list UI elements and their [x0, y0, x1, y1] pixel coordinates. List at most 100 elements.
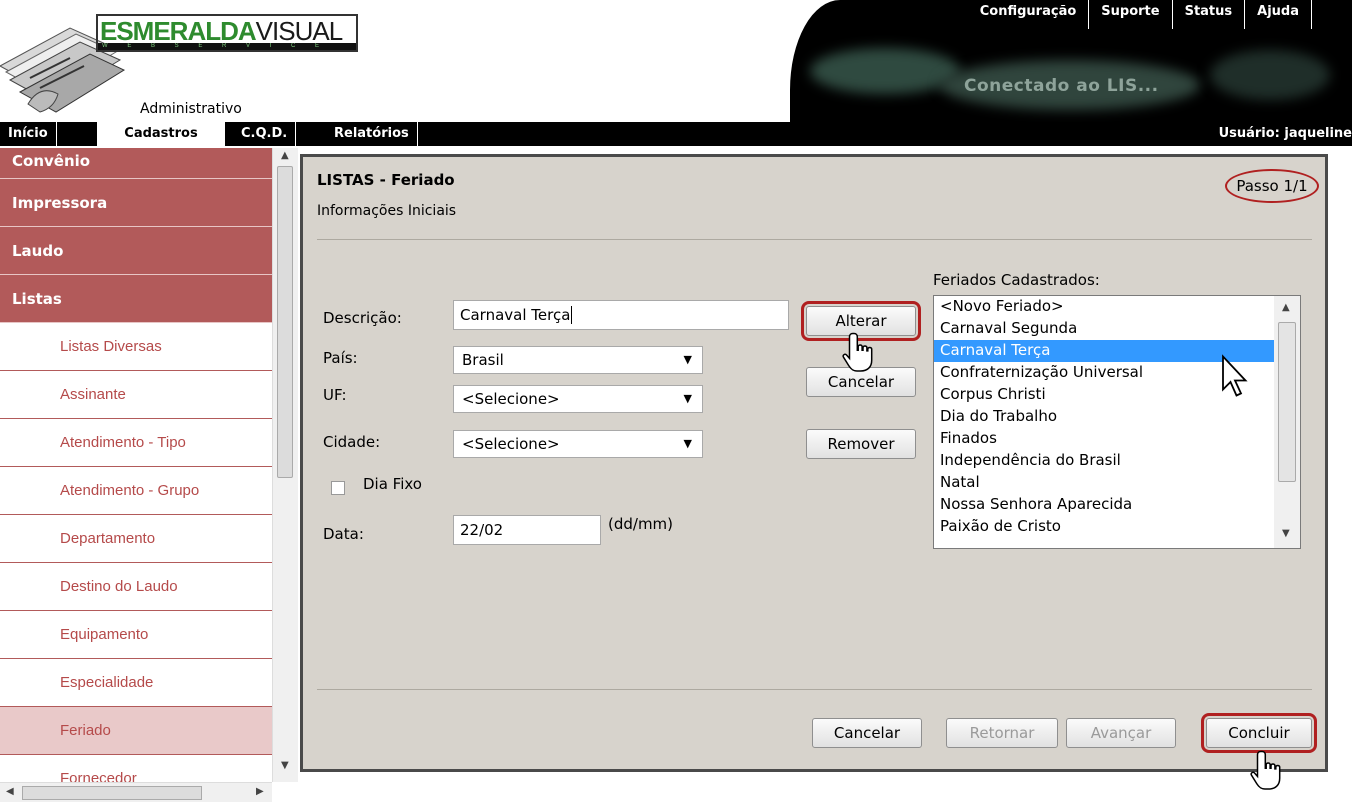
chevron-down-icon: ▼	[683, 437, 692, 450]
divider	[317, 689, 1312, 690]
chevron-down-icon: ▼	[683, 392, 692, 405]
pais-value: Brasil	[462, 351, 504, 369]
main-nav: Início Cadastros C.Q.D. Relatórios Usuár…	[0, 122, 1352, 146]
descricao-label: Descrição:	[323, 309, 402, 327]
list-item[interactable]: Dia do Trabalho	[934, 406, 1274, 428]
pais-select[interactable]: Brasil ▼	[453, 346, 703, 374]
sidebar-cat-label: Convênio	[12, 152, 91, 170]
scrollbar-thumb[interactable]	[277, 166, 293, 478]
divider	[317, 239, 1312, 240]
scroll-up-icon[interactable]: ▲	[1282, 302, 1290, 313]
sidebar-item-fornecedor[interactable]: Fornecedor	[0, 755, 272, 782]
sidebar-item-especialidade[interactable]: Especialidade	[0, 659, 272, 707]
arrow-pointer-icon	[1222, 354, 1248, 397]
header: ESMERALDAVISUAL W E B S E R V I C E Admi…	[0, 0, 1352, 122]
brand-tagline: W E B S E R V I C E	[98, 43, 356, 50]
scroll-down-icon[interactable]: ▼	[1282, 528, 1290, 539]
scroll-up-icon[interactable]: ▲	[281, 150, 289, 161]
remover-button[interactable]: Remover	[806, 429, 916, 459]
feriados-listbox[interactable]: <Novo Feriado> Carnaval Segunda Carnaval…	[933, 295, 1301, 549]
concluir-button[interactable]: Concluir	[1201, 713, 1317, 753]
pais-label: País:	[323, 349, 358, 367]
top-links: Configuração Suporte Status Ajuda	[968, 0, 1312, 29]
sidebar-item-equipamento[interactable]: Equipamento	[0, 611, 272, 659]
chevron-down-icon: ▼	[683, 353, 692, 366]
sidebar-horizontal-scrollbar[interactable]: ◀ ▶	[0, 782, 272, 802]
list-item[interactable]: Carnaval Segunda	[934, 318, 1274, 340]
retornar-button[interactable]: Retornar	[946, 718, 1058, 748]
cidade-value: <Selecione>	[462, 435, 560, 453]
scroll-down-icon[interactable]: ▼	[281, 760, 289, 771]
uf-value: <Selecione>	[462, 390, 560, 408]
list-item[interactable]: Finados	[934, 428, 1274, 450]
scroll-left-icon[interactable]: ◀	[6, 786, 14, 797]
sidebar-item-atendimento-tipo[interactable]: Atendimento - Tipo	[0, 419, 272, 467]
area-label: Administrativo	[140, 101, 242, 117]
data-field[interactable]: 22/02	[453, 515, 601, 545]
data-label: Data:	[323, 525, 364, 543]
step-indicator: Passo 1/1	[1225, 169, 1319, 203]
sidebar-item-departamento[interactable]: Departamento	[0, 515, 272, 563]
uf-select[interactable]: <Selecione> ▼	[453, 385, 703, 413]
scrollbar-thumb[interactable]	[22, 786, 202, 800]
cidade-label: Cidade:	[323, 433, 381, 451]
sidebar-cat-impressora[interactable]: Impressora	[0, 179, 272, 227]
tab-inicio[interactable]: Início	[0, 122, 57, 146]
tab-cqd[interactable]: C.Q.D.	[233, 122, 297, 146]
avancar-button[interactable]: Avançar	[1066, 718, 1176, 748]
data-value: 22/02	[460, 521, 504, 539]
user-label: Usuário: jaqueline	[1218, 126, 1352, 141]
sidebar-item-destino-do-laudo[interactable]: Destino do Laudo	[0, 563, 272, 611]
cidade-select[interactable]: <Selecione> ▼	[453, 430, 703, 458]
sidebar-item-assinante[interactable]: Assinante	[0, 371, 272, 419]
app-window: ESMERALDAVISUAL W E B S E R V I C E Admi…	[0, 0, 1352, 805]
brand-name-light: VISUAL	[255, 16, 343, 46]
list-item[interactable]: Paixão de Cristo	[934, 516, 1274, 538]
sidebar-item-feriado[interactable]: Feriado	[0, 707, 272, 755]
link-status[interactable]: Status	[1173, 0, 1246, 29]
sidebar: Convênio Impressora Laudo Listas Listas …	[0, 148, 272, 782]
sidebar-cat-label: Laudo	[12, 242, 64, 260]
sidebar-cat-label: Impressora	[12, 194, 108, 212]
list-item[interactable]: <Novo Feriado>	[934, 296, 1274, 318]
hand-pointer-icon	[842, 332, 873, 372]
sidebar-item-listas-diversas[interactable]: Listas Diversas	[0, 323, 272, 371]
connection-status: Conectado ao LIS...	[964, 76, 1159, 96]
brand-name-bold: ESMERALDA	[100, 16, 257, 46]
link-suporte[interactable]: Suporte	[1089, 0, 1173, 29]
list-item[interactable]: Independência do Brasil	[934, 450, 1274, 472]
scroll-right-icon[interactable]: ▶	[256, 786, 264, 797]
sidebar-cat-listas[interactable]: Listas	[0, 275, 272, 323]
text-caret	[571, 306, 573, 324]
sidebar-vertical-scrollbar[interactable]: ▲ ▼	[272, 148, 298, 782]
list-item[interactable]: Natal	[934, 472, 1274, 494]
feriados-list-label: Feriados Cadastrados:	[933, 271, 1100, 289]
data-format-hint: (dd/mm)	[608, 515, 674, 533]
header-banner: Configuração Suporte Status Ajuda Conect…	[790, 0, 1352, 122]
dia-fixo-label: Dia Fixo	[363, 475, 422, 493]
scrollbar-thumb[interactable]	[1278, 322, 1296, 482]
tab-cadastros[interactable]: Cadastros	[97, 122, 225, 146]
descricao-value: Carnaval Terça	[460, 306, 571, 324]
sidebar-cat-label: Listas	[12, 290, 62, 308]
hand-pointer-icon	[1250, 750, 1281, 790]
sidebar-cat-convenio[interactable]: Convênio	[0, 148, 272, 179]
wizard-panel: LISTAS - Feriado Informações Iniciais Pa…	[300, 154, 1328, 772]
page-title: LISTAS - Feriado	[317, 171, 455, 189]
uf-label: UF:	[323, 386, 347, 404]
link-configuracao[interactable]: Configuração	[968, 0, 1090, 29]
sidebar-cat-laudo[interactable]: Laudo	[0, 227, 272, 275]
cancelar-button[interactable]: Cancelar	[812, 718, 922, 748]
list-scrollbar[interactable]: ▲ ▼	[1274, 296, 1300, 548]
sidebar-item-atendimento-grupo[interactable]: Atendimento - Grupo	[0, 467, 272, 515]
tab-relatorios[interactable]: Relatórios	[326, 122, 418, 146]
brand-logo: ESMERALDAVISUAL W E B S E R V I C E	[96, 14, 358, 52]
banner-glow	[1210, 50, 1330, 100]
dia-fixo-checkbox[interactable]	[331, 481, 345, 495]
banner-glow	[810, 48, 960, 94]
list-item[interactable]: Nossa Senhora Aparecida	[934, 494, 1274, 516]
descricao-field[interactable]: Carnaval Terça	[453, 300, 789, 330]
page-subtitle: Informações Iniciais	[317, 203, 457, 219]
link-ajuda[interactable]: Ajuda	[1245, 0, 1312, 29]
brand-name: ESMERALDAVISUAL	[100, 16, 343, 46]
